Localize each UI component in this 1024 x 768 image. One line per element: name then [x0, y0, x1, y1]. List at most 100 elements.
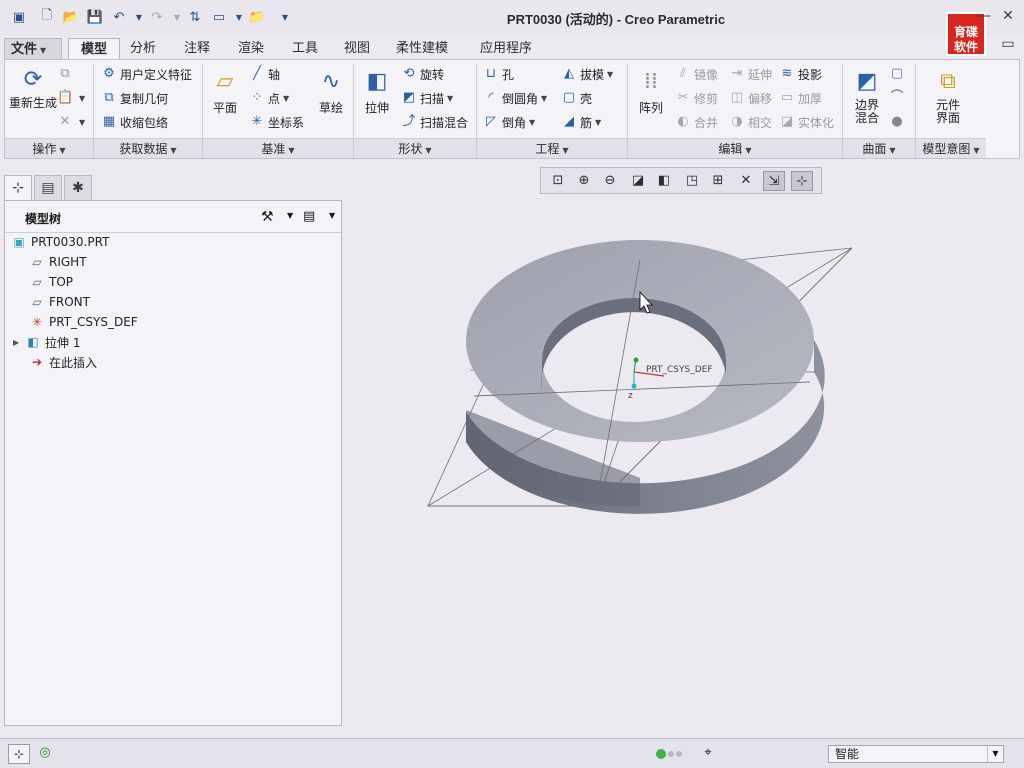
- tab-model[interactable]: 模型: [68, 38, 120, 60]
- draft-button[interactable]: ◭ 拔模 ▼: [561, 64, 613, 84]
- axis-button[interactable]: ╱ 轴: [249, 64, 280, 84]
- tab-tools[interactable]: 工具: [286, 38, 324, 60]
- surfaces-group-footer[interactable]: 曲面 ▼: [843, 138, 915, 158]
- round-button[interactable]: ◜ 倒圆角 ▼: [483, 88, 547, 108]
- axis-icon: ╱: [253, 66, 261, 81]
- tab-view[interactable]: 视图: [338, 38, 376, 60]
- navigator-toggle-icon[interactable]: ⊹: [8, 744, 30, 764]
- shell-button[interactable]: ▢ 壳: [561, 88, 592, 108]
- hole-button[interactable]: ⊔ 孔: [483, 64, 514, 84]
- thicken-button[interactable]: ▭ 加厚: [779, 88, 822, 108]
- component-interface-icon: ⧉: [940, 68, 956, 94]
- copy-geometry-icon: ⧉: [104, 90, 114, 105]
- sweep-button[interactable]: ◩ 扫描 ▼: [401, 88, 453, 108]
- tree-item-part[interactable]: ▣ PRT0030.PRT: [11, 232, 109, 252]
- thicken-icon: ▭: [780, 90, 794, 105]
- z-axis-label: z: [628, 391, 633, 401]
- shrinkwrap-button[interactable]: ▦ 收缩包络: [101, 112, 168, 132]
- model-tree-tab[interactable]: ⊹: [4, 175, 32, 201]
- shrinkwrap-icon: ▦: [102, 114, 116, 129]
- graphics-window[interactable]: PRT_CSYS_DEF z: [344, 160, 1024, 738]
- csys-icon: ✳: [251, 114, 263, 129]
- shapes-group-footer[interactable]: 形状 ▼: [354, 138, 476, 158]
- find-icon[interactable]: ⌖: [698, 745, 718, 763]
- tab-flexible-modeling[interactable]: 柔性建模: [390, 38, 454, 60]
- style-button[interactable]: ⌒: [889, 88, 908, 108]
- window-title: PRT0030 (活动的) - Creo Parametric: [506, 12, 726, 27]
- settings-tools-icon[interactable]: ⚒: [261, 209, 274, 225]
- mirror-button[interactable]: ⫽ 镜像: [675, 64, 718, 84]
- tab-analysis[interactable]: 分析: [124, 38, 162, 60]
- get-data-group-footer[interactable]: 获取数据 ▼: [94, 138, 202, 158]
- extend-button[interactable]: ⇥ 延伸: [729, 64, 772, 84]
- project-button[interactable]: ≋ 投影: [779, 64, 822, 84]
- expand-arrow-icon[interactable]: ▶: [13, 338, 25, 347]
- extrude-button[interactable]: ◧ 拉伸: [359, 66, 395, 116]
- rib-button[interactable]: ◢ 筋 ▼: [561, 112, 601, 132]
- delete-button[interactable]: ✕ ▼: [57, 112, 86, 132]
- csys-button[interactable]: ✳ 坐标系: [249, 112, 304, 132]
- freestyle-button[interactable]: ●: [889, 112, 908, 132]
- trim-button[interactable]: ✂ 修剪: [675, 88, 718, 108]
- tree-item-right[interactable]: ▱ RIGHT: [29, 252, 86, 272]
- hole-icon: ⊔: [485, 66, 497, 81]
- offset-button[interactable]: ◫ 偏移: [729, 88, 772, 108]
- draft-icon: ◭: [564, 66, 574, 81]
- tree-item-csys[interactable]: ✳ PRT_CSYS_DEF: [29, 312, 138, 332]
- freestyle-icon: ●: [891, 114, 903, 129]
- editing-group-footer[interactable]: 编辑 ▼: [628, 138, 842, 158]
- solidify-button[interactable]: ◪ 实体化: [779, 112, 834, 132]
- chamfer-button[interactable]: ◸ 倒角 ▼: [483, 112, 535, 132]
- pattern-button[interactable]: ⁞⁞ 阵列: [633, 66, 669, 116]
- swept-blend-button[interactable]: ⤴ 扫描混合: [401, 112, 468, 132]
- regenerate-icon: ⟳: [23, 66, 43, 92]
- favorites-tab[interactable]: ✱: [64, 175, 92, 201]
- tree-item-top[interactable]: ▱ TOP: [29, 272, 73, 292]
- mirror-icon: ⫽: [680, 66, 686, 81]
- tree-item-extrude[interactable]: ▶ ◧ 拉伸 1: [13, 332, 80, 352]
- udf-button[interactable]: ⚙ 用户定义特征: [101, 64, 192, 84]
- sketch-button[interactable]: ∿ 草绘: [313, 66, 349, 116]
- copy-geometry-button[interactable]: ⧉ 复制几何: [101, 88, 168, 108]
- rib-icon: ◢: [564, 114, 574, 129]
- intersect-icon: ◑: [731, 114, 743, 129]
- ribbon-tabs: 文件 ▼ 模型 分析 注释 渲染 工具 视图 柔性建模 应用程序: [0, 38, 1024, 60]
- csys-label: PRT_CSYS_DEF: [646, 365, 713, 375]
- fill-button[interactable]: ▢: [889, 64, 908, 84]
- merge-button[interactable]: ◐ 合并: [675, 112, 718, 132]
- project-icon: ≋: [781, 66, 793, 81]
- point-button[interactable]: ⁘ 点 ▼: [249, 88, 290, 108]
- model-intent-group-footer[interactable]: 模型意图 ▼: [916, 138, 986, 158]
- model-viewport[interactable]: PRT_CSYS_DEF z: [344, 160, 1024, 738]
- sketch-icon: ∿: [321, 68, 341, 94]
- show-dropdown-icon[interactable]: ▼: [329, 211, 335, 220]
- folder-browser-tab[interactable]: ▤: [34, 175, 62, 201]
- intersect-button[interactable]: ◑ 相交: [729, 112, 772, 132]
- component-interface-button[interactable]: ⧉ 元件 界面: [925, 66, 971, 125]
- settings-dropdown-icon[interactable]: ▼: [287, 211, 293, 220]
- regen-status-icon: [656, 749, 666, 759]
- operations-group-footer[interactable]: 操作 ▼: [5, 138, 93, 158]
- regenerate-button[interactable]: ⟳ 重新生成: [9, 64, 57, 110]
- datum-group-footer[interactable]: 基准 ▼: [203, 138, 353, 158]
- selection-filter-select[interactable]: 智能 ▼: [828, 745, 1004, 763]
- tab-applications[interactable]: 应用程序: [474, 38, 538, 60]
- revolve-button[interactable]: ⟲ 旋转: [401, 64, 444, 84]
- show-list-icon[interactable]: ▤: [303, 209, 315, 224]
- swept-blend-icon: ⤴: [402, 114, 416, 129]
- boundary-blend-icon: ◩: [856, 68, 878, 94]
- file-menu[interactable]: 文件 ▼: [4, 38, 62, 60]
- tree-item-insert-here[interactable]: ➔ 在此插入: [29, 352, 97, 372]
- revolve-icon: ⟲: [403, 66, 415, 81]
- copy-button[interactable]: ⧉: [57, 64, 76, 84]
- minimize-button[interactable]: —: [974, 8, 994, 26]
- plane-button[interactable]: ▱ 平面: [207, 66, 243, 116]
- boundary-blend-button[interactable]: ◩ 边界 混合: [847, 66, 887, 125]
- tab-annotate[interactable]: 注释: [178, 38, 216, 60]
- engineering-group-footer[interactable]: 工程 ▼: [477, 138, 627, 158]
- paste-button[interactable]: 📋 ▼: [57, 88, 85, 108]
- close-button[interactable]: ✕: [998, 8, 1018, 26]
- tree-item-front[interactable]: ▱ FRONT: [29, 292, 90, 312]
- tab-render[interactable]: 渲染: [232, 38, 270, 60]
- browser-toggle-icon[interactable]: ◎: [34, 744, 56, 764]
